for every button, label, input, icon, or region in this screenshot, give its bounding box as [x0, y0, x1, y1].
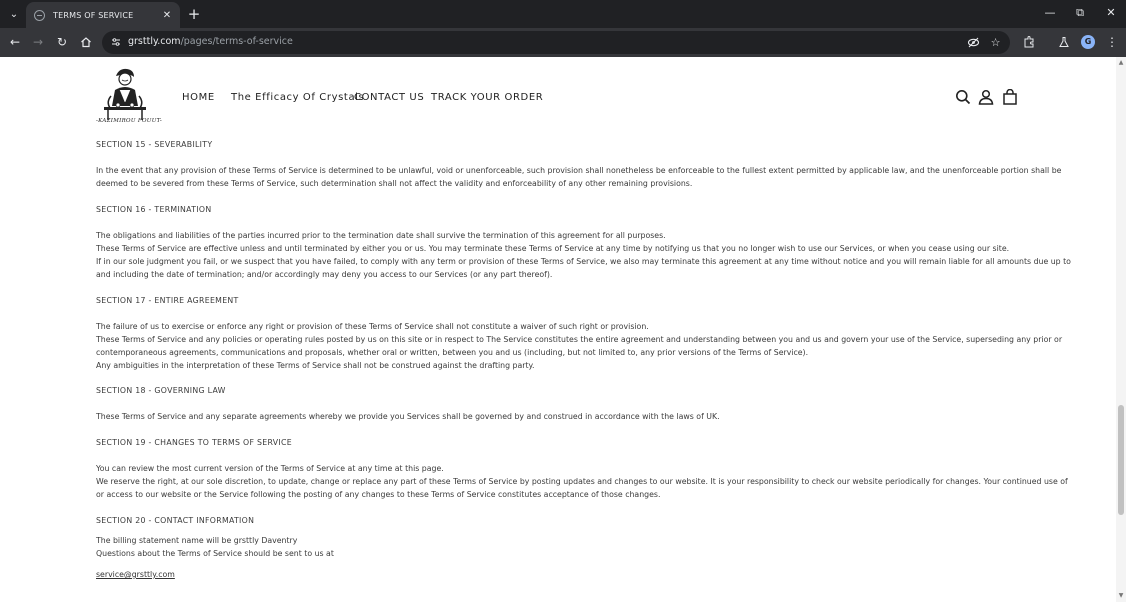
section-17-text-line-4: Any ambiguities in the interpretation of…: [96, 361, 535, 370]
section-19-text-line-2: We reserve the right, at our sole discre…: [96, 477, 1068, 486]
section-18-heading: SECTION 18 - GOVERNING LAW: [96, 386, 226, 395]
section-20-text-line-2: Questions about the Terms of Service sho…: [96, 549, 334, 558]
scroll-down-arrow-icon[interactable]: ▼: [1118, 593, 1124, 599]
shopping-bag-icon[interactable]: [1002, 89, 1018, 105]
scrollbar-thumb[interactable]: [1118, 405, 1124, 515]
search-icon[interactable]: [955, 89, 971, 105]
page-viewport: -KAZIMIROU FOUUT- HOME The Efficacy Of C…: [0, 57, 1116, 602]
section-17-text-line-1: The failure of us to exercise or enforce…: [96, 322, 649, 331]
section-15-text-line-1: In the event that any provision of these…: [96, 166, 1062, 175]
address-bar[interactable]: grsttly.com/pages/terms-of-service ☆: [102, 31, 1010, 54]
eye-off-icon[interactable]: [967, 36, 980, 49]
globe-icon: [34, 9, 45, 21]
reload-icon[interactable]: ↻: [54, 34, 70, 50]
section-16-text-line-3: If in our sole judgment you fail, or we …: [96, 257, 1071, 266]
url-host: grsttly.com: [128, 36, 181, 47]
extensions-puzzle-icon[interactable]: [1021, 34, 1037, 50]
section-19-heading: SECTION 19 - CHANGES TO TERMS OF SERVICE: [96, 438, 292, 447]
section-18-text-line-1: These Terms of Service and any separate …: [96, 412, 720, 421]
nav-home[interactable]: HOME: [182, 92, 215, 103]
profile-avatar[interactable]: G: [1081, 35, 1095, 49]
restore-window-icon[interactable]: ⧉: [1073, 6, 1087, 20]
site-header: -KAZIMIROU FOUUT- HOME The Efficacy Of C…: [0, 57, 1116, 137]
section-20-text-line-1: The billing statement name will be grstt…: [96, 536, 298, 545]
nav-contact-us[interactable]: CONTACT US: [354, 92, 424, 103]
section-16-heading: SECTION 16 - TERMINATION: [96, 205, 212, 214]
close-tab-icon[interactable]: ✕: [160, 10, 174, 21]
section-15-heading: SECTION 15 - SEVERABILITY: [96, 140, 213, 149]
browser-toolbar: ← → ↻ grsttly.com/pages/terms-of-service…: [0, 28, 1126, 57]
browser-tab-strip: ⌄ TERMS OF SERVICE ✕ + — ⧉ ✕: [0, 0, 1126, 28]
home-icon[interactable]: [78, 34, 94, 50]
contact-email-link[interactable]: service@grsttly.com: [96, 570, 175, 579]
scroll-up-arrow-icon[interactable]: ▲: [1118, 60, 1124, 66]
section-20-heading: SECTION 20 - CONTACT INFORMATION: [96, 516, 255, 525]
section-17-text-line-3: contemporaneous agreements, communicatio…: [96, 348, 809, 357]
back-arrow-icon[interactable]: ←: [7, 34, 23, 50]
browser-tab-active[interactable]: TERMS OF SERVICE ✕: [26, 2, 180, 28]
kebab-menu-icon[interactable]: ⋮: [1104, 34, 1120, 50]
brand-logo-text: -KAZIMIROU FOUUT-: [96, 118, 163, 124]
url-path: /pages/terms-of-service: [180, 36, 293, 47]
section-16-text-line-1: The obligations and liabilities of the p…: [96, 231, 666, 240]
section-15-text-line-2: deemed to be severed from these Terms of…: [96, 179, 693, 188]
minimize-window-icon[interactable]: —: [1043, 6, 1057, 19]
forward-arrow-icon[interactable]: →: [30, 34, 46, 50]
close-window-icon[interactable]: ✕: [1104, 6, 1118, 19]
section-19-text-line-3: or access to our website or the Service …: [96, 490, 661, 499]
contact-email-link-row: service@grsttly.com: [96, 568, 1020, 581]
page-scrollbar[interactable]: ▲ ▼: [1116, 57, 1126, 602]
tab-search-chevron-icon[interactable]: ⌄: [4, 4, 24, 24]
account-user-icon[interactable]: [978, 89, 994, 105]
site-settings-icon[interactable]: [111, 37, 121, 47]
nav-track-your-order[interactable]: TRACK YOUR ORDER: [431, 92, 543, 103]
section-16-text-line-4: and including the date of termination; a…: [96, 270, 553, 279]
nav-efficacy-of-crystals[interactable]: The Efficacy Of Crystals: [231, 92, 364, 103]
section-16-text-line-2: These Terms of Service are effective unl…: [96, 244, 1010, 253]
tab-title: TERMS OF SERVICE: [53, 10, 134, 20]
section-17-text-line-2: These Terms of Service and any policies …: [96, 335, 1063, 344]
labs-flask-icon[interactable]: [1056, 34, 1072, 50]
new-tab-plus-icon[interactable]: +: [186, 6, 202, 22]
bookmark-star-icon[interactable]: ☆: [989, 36, 1002, 49]
url-text: grsttly.com/pages/terms-of-service: [128, 36, 293, 47]
section-17-heading: SECTION 17 - ENTIRE AGREEMENT: [96, 296, 239, 305]
section-19-text-line-1: You can review the most current version …: [96, 464, 444, 473]
